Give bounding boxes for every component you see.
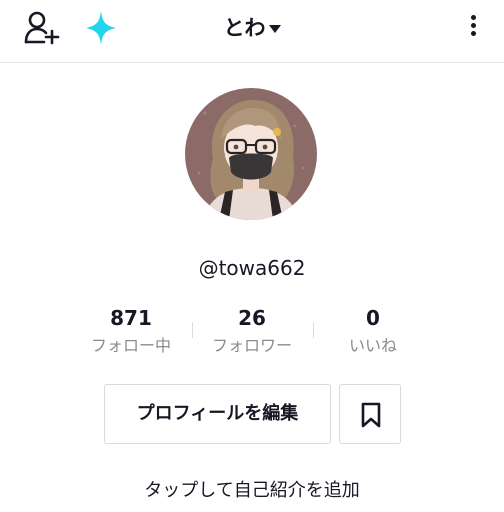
bio-placeholder[interactable]: タップして自己紹介を追加 bbox=[0, 476, 504, 502]
followers-count: 26 bbox=[238, 306, 266, 330]
bookmark-icon bbox=[361, 402, 381, 428]
profile-handle: @towa662 bbox=[198, 256, 306, 280]
caret-down-icon bbox=[268, 15, 281, 39]
likes-label: いいね bbox=[348, 336, 397, 355]
likes-count: 0 bbox=[366, 306, 380, 330]
followers-label: フォロワー bbox=[211, 336, 292, 355]
edit-profile-button[interactable]: プロフィールを編集 bbox=[104, 384, 331, 444]
account-name: とわ bbox=[223, 16, 266, 40]
avatar[interactable] bbox=[185, 88, 317, 220]
following-count: 871 bbox=[110, 306, 152, 330]
account-switcher[interactable]: とわ bbox=[0, 12, 504, 42]
stats-row: 871 フォロー中 26 フォロワー 0 いいね bbox=[70, 305, 434, 361]
top-bar: とわ bbox=[0, 0, 504, 63]
stat-followers[interactable]: 26 フォロワー bbox=[191, 305, 313, 357]
stat-following[interactable]: 871 フォロー中 bbox=[70, 305, 192, 357]
more-vertical-icon[interactable] bbox=[468, 12, 478, 42]
following-label: フォロー中 bbox=[90, 336, 171, 355]
bookmark-button[interactable] bbox=[339, 384, 401, 444]
stat-likes[interactable]: 0 いいね bbox=[312, 305, 434, 357]
